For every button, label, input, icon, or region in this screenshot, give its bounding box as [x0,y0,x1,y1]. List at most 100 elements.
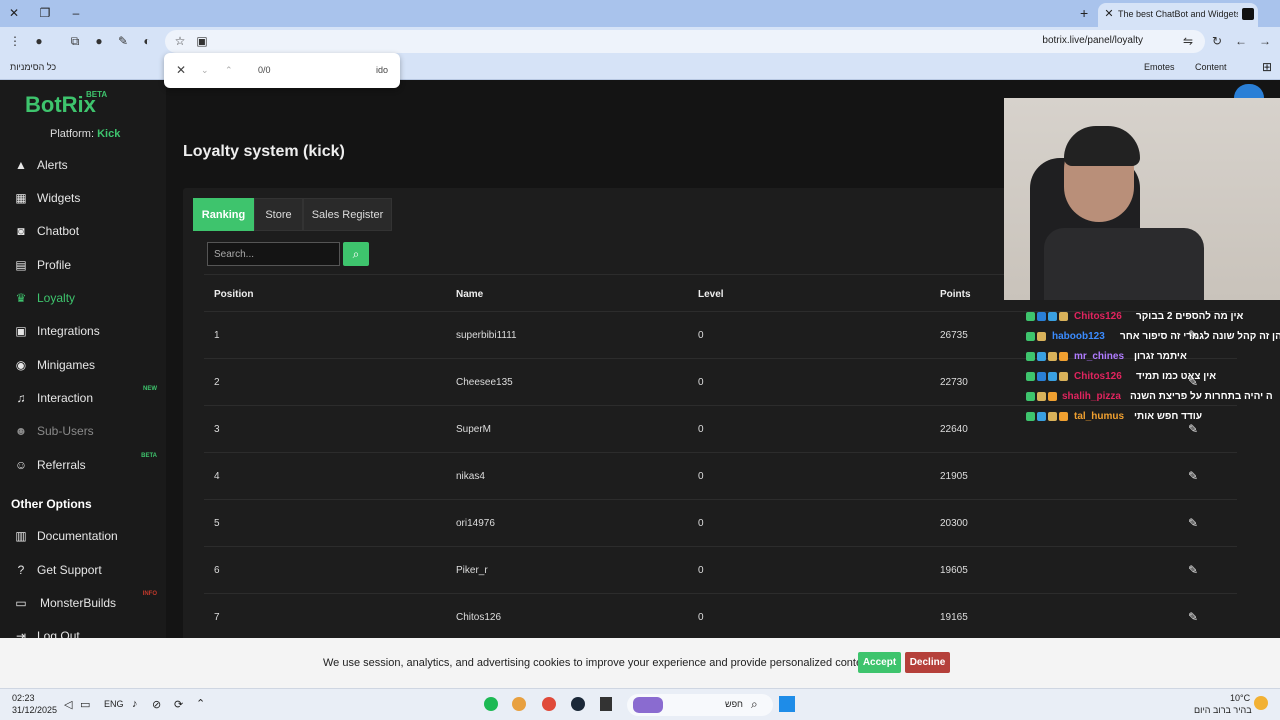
cell-level: 0 [698,330,704,341]
accept-cookies-button[interactable]: Accept [858,652,901,673]
clock-date[interactable]: 31/12/2025 [12,705,57,715]
network-icon[interactable]: ▭ [80,698,90,711]
cell-level: 0 [698,565,704,576]
tab-sales-register[interactable]: Sales Register [303,198,392,231]
apps-grid-icon[interactable]: ⊞ [1262,60,1272,74]
clock-time[interactable]: 02:23 [12,693,35,703]
sync-icon[interactable]: ⟳ [174,698,183,711]
webcam-body [1044,228,1204,300]
windows-start-icon[interactable] [779,696,795,712]
sidebar-item-loyalty[interactable]: ♛ Loyalty [0,283,166,313]
search-button[interactable]: ⌕ [343,242,369,266]
app-icon[interactable] [512,697,526,711]
search-input[interactable] [207,242,340,266]
tab-title: The best ChatBot and Widgets [1118,9,1238,19]
column-position[interactable]: Position [214,289,253,300]
address-bar[interactable]: ☆ ▣ botrix.live/panel/loyalty ⇋ [165,30,1205,53]
sidebar-item-chatbot[interactable]: ◙ Chatbot [0,216,166,246]
cell-name: nikas4 [456,471,485,482]
sidebar-item-widgets[interactable]: ▦ Widgets [0,183,166,213]
steam-icon[interactable] [571,697,585,711]
chat-text: עודד חפש אותי [1134,411,1203,422]
cell-level: 0 [698,424,704,435]
app-icon[interactable] [600,697,612,711]
new-tab-button[interactable]: + [1080,5,1088,21]
weather-temp[interactable]: 10°C [1230,693,1250,703]
warning-icon: ▲ [15,158,27,172]
extensions-icon[interactable]: ⧉ [68,34,82,48]
find-input[interactable]: ido [376,65,388,75]
column-points[interactable]: Points [940,289,971,300]
site-settings-icon[interactable]: ⇋ [1181,34,1195,48]
sidebar-item-integrations[interactable]: ▣ Integrations [0,316,166,346]
close-window-icon[interactable]: ✕ [6,5,22,21]
column-level[interactable]: Level [698,289,724,300]
chat-username: haboob123 [1052,331,1105,342]
bookmark-star-icon[interactable]: ☆ [173,34,187,48]
sidebar-item-profile[interactable]: ▤ Profile [0,250,166,280]
tray-chevron-icon[interactable]: ⌃ [196,697,205,710]
bookmark-content[interactable]: Content [1195,62,1227,72]
column-name[interactable]: Name [456,289,483,300]
chat-username: tal_humus [1074,411,1125,422]
sidebar-item-label: Get Support [37,563,102,577]
weather-text[interactable]: בהיר ברוב היום [1194,705,1252,715]
sidebar-item-minigames[interactable]: ◉ Minigames [0,350,166,380]
robot-icon: ◙ [17,224,25,238]
microphone-icon[interactable]: ♪ [132,698,138,710]
laptop-icon: ▭ [15,596,27,610]
webcam-overlay [1004,98,1280,300]
tab-store[interactable]: Store [254,198,303,231]
sidebar-item-monsterbuilds[interactable]: ▭ MonsterBuilds INFO [0,588,166,618]
find-prev-icon[interactable]: ⌃ [225,65,233,76]
cell-level: 0 [698,518,704,529]
sidebar-item-get-support[interactable]: ? Get Support [0,555,166,585]
cell-level: 0 [698,471,704,482]
cell-position: 2 [214,377,220,388]
edit-pencil-icon[interactable]: ✎ [1188,516,1198,530]
taskbar-search[interactable]: חפש ⌕ [627,694,773,716]
tab-close-icon[interactable]: ✕ [1102,7,1116,21]
decline-cookies-button[interactable]: Decline [905,652,950,673]
extension-icon[interactable]: ◐ [140,34,154,48]
weather-sun-icon[interactable] [1254,696,1268,710]
edit-pencil-icon[interactable]: ✎ [1188,469,1198,483]
extension-icon[interactable]: ● [92,34,106,48]
extension-icon[interactable]: ✎ [116,34,130,48]
edit-pencil-icon[interactable]: ✎ [1188,422,1198,436]
profile-avatar-icon[interactable]: ● [32,34,46,48]
search-icon: ⌕ [751,697,758,711]
back-arrow-icon[interactable]: ← [1234,34,1248,48]
all-bookmarks-link[interactable]: כל הסימניות [10,62,56,72]
sidebar-item-alerts[interactable]: ▲ Alerts [0,150,166,180]
edit-pencil-icon[interactable]: ✎ [1188,610,1198,624]
users-icon: ☻ [14,424,28,438]
tray-icon[interactable]: ⊘ [152,698,161,711]
menu-dots-icon[interactable]: ⋮ [8,34,22,48]
reload-icon[interactable]: ↻ [1210,34,1224,48]
chat-text: אין צאט כמו תמיד [1136,371,1217,382]
page-action-icon[interactable]: ▣ [195,34,209,48]
sidebar-item-documentation[interactable]: ▥ Documentation [0,521,166,551]
platform-indicator: Platform: Kick [50,128,120,140]
chrome-icon[interactable] [542,697,556,711]
sidebar-item-referrals[interactable]: ☺ Referrals BETA [0,450,166,480]
user-plus-icon: ☺ [14,458,28,472]
find-next-icon[interactable]: ⌄ [201,65,209,76]
bookmark-emotes[interactable]: Emotes [1144,62,1175,72]
user-avatar[interactable] [1234,84,1264,98]
volume-icon[interactable]: ◁ [64,698,72,711]
id-card-icon: ▤ [15,258,27,272]
tab-ranking[interactable]: Ranking [193,198,254,231]
forward-arrow-icon[interactable]: → [1258,34,1272,48]
spotify-icon[interactable] [484,697,498,711]
sidebar-item-interaction[interactable]: ♫ Interaction NEW [0,383,166,413]
sidebar-item-sub-users[interactable]: ☻ Sub-Users [0,416,166,446]
find-close-icon[interactable]: ✕ [176,63,186,77]
edit-pencil-icon[interactable]: ✎ [1188,563,1198,577]
minimize-window-icon[interactable]: – [68,5,84,21]
language-indicator[interactable]: ENG [104,699,124,709]
restore-window-icon[interactable]: ❐ [37,5,53,21]
browser-tab[interactable]: ✕ The best ChatBot and Widgets [1098,3,1258,27]
chat-badges-icon [1026,412,1072,424]
